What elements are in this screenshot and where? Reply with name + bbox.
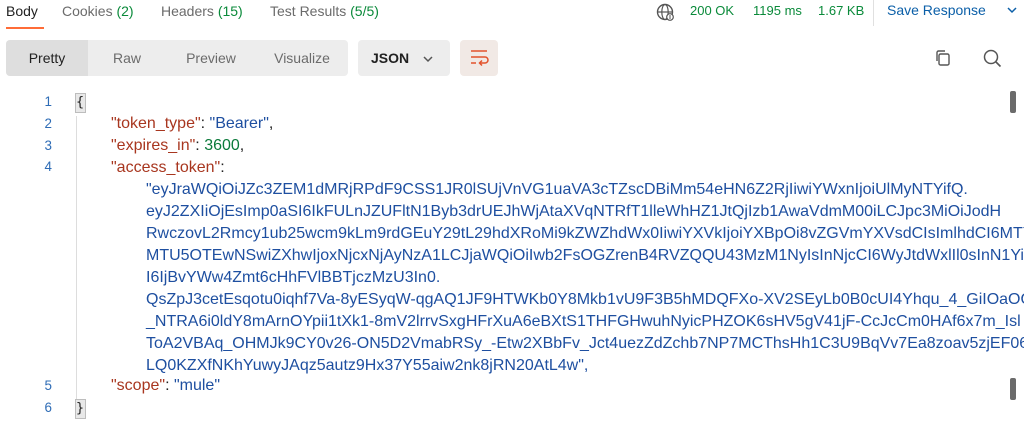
line-number: 2 (44, 116, 52, 131)
open-brace: { (75, 93, 86, 113)
code-line-scope: "scope": "mule" (111, 377, 220, 394)
access-token-line: MTU5OTEwNSwiZXhwIjoxNjcxNjAyNzA1LCJjaWQi… (146, 247, 1024, 264)
access-token-line: QsZpJ3cetEsqotu0iqhf7Va-8yESyqW-qgAQ1JF9… (146, 291, 1024, 308)
access-token-line: RwczovL2Rmcy1ub25wcm9kLm9rdGEuY29tL29hdX… (146, 225, 1024, 242)
line-number: 1 (44, 94, 52, 109)
tab-headers[interactable]: Headers (15) (161, 3, 243, 19)
view-preview-button[interactable]: Preview (166, 40, 256, 76)
json-key: "expires_in" (111, 137, 196, 154)
response-time[interactable]: 1195 ms (753, 3, 802, 18)
format-select-value: JSON (371, 50, 410, 66)
line-number: 3 (44, 138, 52, 153)
globe-icon[interactable] (655, 2, 675, 22)
status-divider (873, 0, 874, 26)
indent-guide (76, 116, 77, 402)
response-size[interactable]: 1.67 KB (818, 3, 864, 18)
response-tabs-bar: Body Cookies (2) Headers (15) Test Resul… (0, 0, 1024, 30)
copy-icon[interactable] (930, 44, 958, 72)
scrollbar-thumb[interactable] (1010, 91, 1016, 113)
tab-body[interactable]: Body (6, 3, 38, 19)
code-line-token-type: "token_type": "Bearer", (111, 115, 274, 132)
chevron-down-icon[interactable] (1006, 4, 1018, 16)
json-number: 3600 (204, 137, 240, 154)
active-tab-indicator (6, 27, 44, 29)
tab-body-label: Body (6, 3, 38, 19)
search-icon[interactable] (978, 44, 1006, 72)
tab-test-results-label: Test Results (270, 3, 347, 19)
view-visualize-button[interactable]: Visualize (256, 40, 348, 76)
wrap-lines-icon (471, 50, 489, 67)
view-pretty-button[interactable]: Pretty (6, 40, 88, 76)
code-line-access-token: "access_token": (111, 159, 225, 176)
tab-cookies-count: (2) (116, 3, 134, 19)
tab-cookies-label: Cookies (62, 3, 113, 19)
access-token-line: eyJ2ZXIiOjEsImp0aSI6IkFULnJZUFltN1Byb3dr… (146, 203, 1002, 220)
tab-test-results-count: (5/5) (350, 3, 379, 19)
line-number: 5 (44, 378, 52, 393)
access-token-line: ToA2VBAq_OHMJk9CY0v26-ON5D2VmabRSy_-Etw2… (146, 335, 1024, 352)
json-string: "mule" (173, 377, 220, 394)
tab-test-results[interactable]: Test Results (5/5) (270, 3, 379, 19)
tab-cookies[interactable]: Cookies (2) (62, 3, 134, 19)
json-key: "access_token" (111, 159, 221, 176)
line-number: 6 (44, 400, 52, 415)
chevron-down-icon (423, 56, 433, 63)
format-select[interactable]: JSON (358, 40, 450, 76)
access-token-line: "eyJraWQiOiJZc3ZEM1dMRjRPdF9CSS1JR0lSUjV… (146, 181, 968, 198)
tab-headers-count: (15) (217, 3, 243, 19)
access-token-line: _NTRA6i0ldY8mArnOYpii1tXk1-8mV2lrrvSxgHF… (146, 313, 1021, 330)
view-mode-group: Pretty Raw Preview Visualize (6, 40, 348, 76)
access-token-line: I6IjBvYWw4Zmt6cHhFVlBBTjczMzU3In0. (146, 269, 441, 286)
close-brace: } (75, 399, 86, 419)
status-code[interactable]: 200 OK (690, 3, 734, 18)
json-key: "token_type" (111, 115, 201, 132)
wrap-lines-button[interactable] (460, 40, 498, 76)
scrollbar-thumb[interactable] (1010, 378, 1016, 400)
tab-headers-label: Headers (161, 3, 214, 19)
json-key: "scope" (111, 377, 166, 394)
json-string: "Bearer" (209, 115, 269, 132)
save-response-button[interactable]: Save Response (887, 2, 986, 18)
code-line-expires-in: "expires_in": 3600, (111, 137, 245, 154)
line-number: 4 (44, 159, 52, 174)
access-token-line: LQ0KZXfNKhYuwyJAqz5autz9Hx37Y55aiw2nk8jR… (146, 357, 589, 374)
view-raw-button[interactable]: Raw (88, 40, 166, 76)
